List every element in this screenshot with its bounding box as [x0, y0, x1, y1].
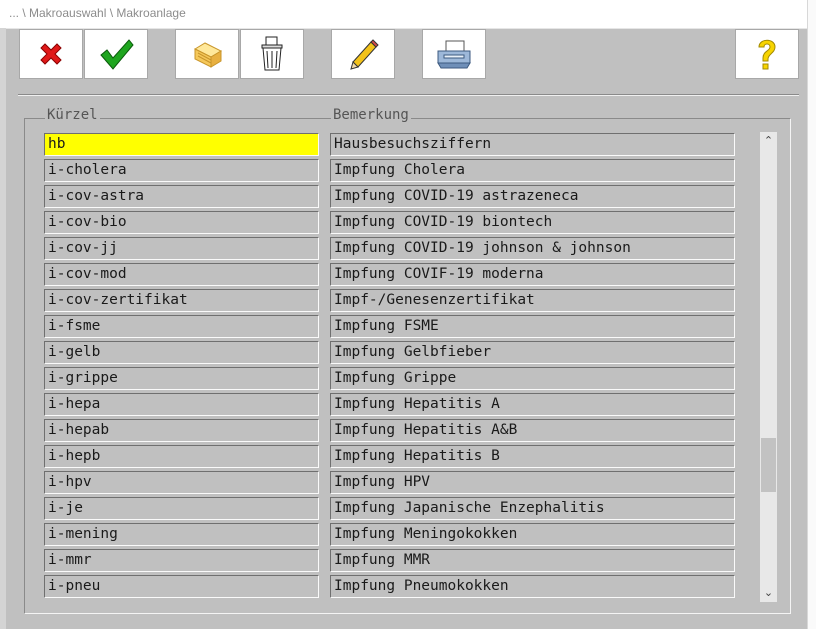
row-bemerkung-field[interactable]: Impfung Grippe: [330, 367, 735, 390]
row-bemerkung-field[interactable]: Impfung Cholera: [330, 159, 735, 182]
row-bemerkung-field[interactable]: Impfung HPV: [330, 471, 735, 494]
row-kuerzel-field[interactable]: i-hpv: [44, 471, 319, 494]
folders-button[interactable]: [175, 29, 239, 79]
row-bemerkung-field[interactable]: Impfung MMR: [330, 549, 735, 572]
row-kuerzel-field[interactable]: i-cov-astra: [44, 185, 319, 208]
window-title: ... \ Makroauswahl \ Makroanlage: [9, 6, 186, 20]
scroll-thumb[interactable]: [761, 438, 776, 492]
column-header-bemerkung: Bemerkung: [331, 107, 411, 123]
row-kuerzel-field[interactable]: i-mening: [44, 523, 319, 546]
trash-icon: [261, 36, 283, 71]
row-kuerzel-field[interactable]: i-cov-mod: [44, 263, 319, 286]
cancel-button[interactable]: [19, 29, 83, 79]
green-check-icon: [100, 39, 134, 70]
row-kuerzel-field[interactable]: i-hepb: [44, 445, 319, 468]
column-header-kuerzel: Kürzel: [45, 107, 100, 123]
window-left-edge: [0, 28, 6, 629]
row-bemerkung-field[interactable]: Impfung Meningokokken: [330, 523, 735, 546]
row-kuerzel-field[interactable]: i-grippe: [44, 367, 319, 390]
row-kuerzel-field[interactable]: i-gelb: [44, 341, 319, 364]
scroll-up-arrow[interactable]: ⌃: [760, 132, 777, 150]
delete-button[interactable]: [240, 29, 304, 79]
row-kuerzel-field[interactable]: i-hepa: [44, 393, 319, 416]
toolbar-separator: [18, 94, 799, 96]
row-bemerkung-field[interactable]: Impfung Hepatitis B: [330, 445, 735, 468]
row-bemerkung-field[interactable]: Impfung COVID-19 johnson & johnson: [330, 237, 735, 260]
title-bar: ... \ Makroauswahl \ Makroanlage: [0, 0, 816, 29]
row-kuerzel-field[interactable]: i-je: [44, 497, 319, 520]
row-bemerkung-field[interactable]: Impfung Pneumokokken: [330, 575, 735, 598]
row-kuerzel-field[interactable]: i-mmr: [44, 549, 319, 572]
printer-icon: [437, 40, 471, 69]
row-bemerkung-field[interactable]: Impfung COVID-19 astrazeneca: [330, 185, 735, 208]
red-x-icon: [40, 43, 62, 65]
row-bemerkung-field[interactable]: Impfung COVID-19 biontech: [330, 211, 735, 234]
row-kuerzel-field[interactable]: i-cholera: [44, 159, 319, 182]
row-kuerzel-field[interactable]: i-hepab: [44, 419, 319, 442]
print-button[interactable]: [422, 29, 486, 79]
row-bemerkung-field[interactable]: Impfung FSME: [330, 315, 735, 338]
row-bemerkung-field[interactable]: Impfung COVIF-19 moderna: [330, 263, 735, 286]
question-icon: [758, 39, 776, 70]
row-bemerkung-field[interactable]: Impfung Hepatitis A: [330, 393, 735, 416]
row-bemerkung-field[interactable]: Impf-/Genesenzertifikat: [330, 289, 735, 312]
window-right-edge: [807, 0, 816, 629]
row-kuerzel-field[interactable]: i-pneu: [44, 575, 319, 598]
edit-button[interactable]: [331, 29, 395, 79]
row-kuerzel-field[interactable]: i-fsme: [44, 315, 319, 338]
row-kuerzel-field[interactable]: i-cov-zertifikat: [44, 289, 319, 312]
folders-icon: [193, 42, 223, 68]
row-bemerkung-field[interactable]: Impfung Hepatitis A&B: [330, 419, 735, 442]
scroll-down-arrow[interactable]: ⌄: [760, 584, 777, 602]
row-bemerkung-field[interactable]: Hausbesuchsziffern: [330, 133, 735, 156]
row-kuerzel-field[interactable]: i-cov-bio: [44, 211, 319, 234]
help-button[interactable]: [735, 29, 799, 79]
row-kuerzel-field[interactable]: i-cov-jj: [44, 237, 319, 260]
row-kuerzel-field[interactable]: hb: [44, 133, 319, 156]
vertical-scrollbar[interactable]: ⌃ ⌄: [760, 132, 777, 602]
pencil-icon: [350, 39, 379, 70]
row-bemerkung-field[interactable]: Impfung Gelbfieber: [330, 341, 735, 364]
confirm-button[interactable]: [84, 29, 148, 79]
row-bemerkung-field[interactable]: Impfung Japanische Enzephalitis: [330, 497, 735, 520]
